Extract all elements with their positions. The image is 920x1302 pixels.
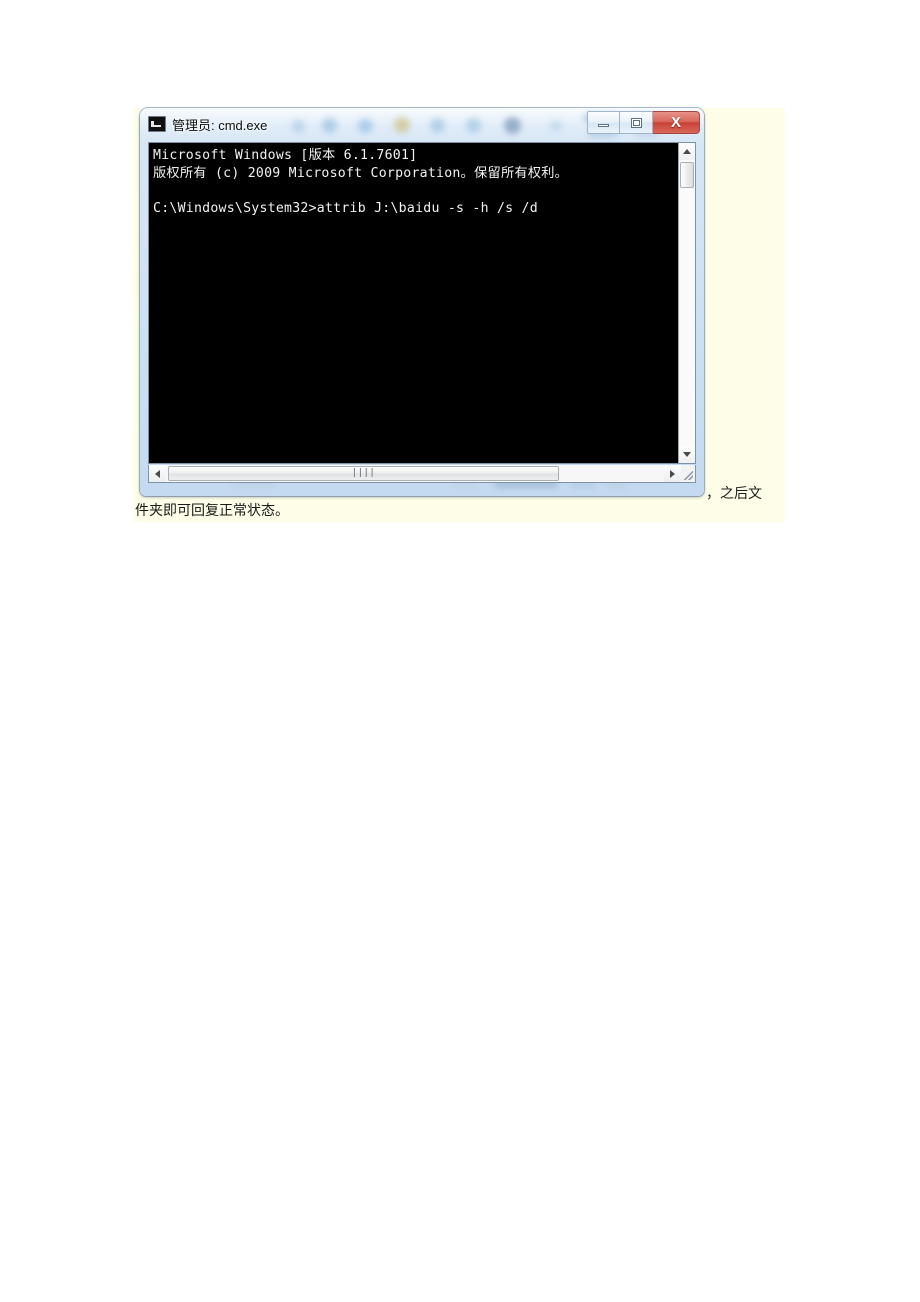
minimize-button[interactable] [587,111,620,134]
scroll-down-button[interactable] [679,446,695,463]
horizontal-scroll-track[interactable]: |||| [166,465,664,482]
scroll-thumb-grip-icon: |||| [351,468,376,478]
scroll-right-button[interactable] [664,465,681,482]
vertical-scroll-track[interactable] [679,160,695,446]
window-title: 管理员: cmd.exe [172,117,268,133]
close-icon: X [670,114,681,131]
close-button[interactable]: X [653,111,700,134]
scroll-left-button[interactable] [149,465,166,482]
maximize-icon [630,117,642,128]
triangle-right-icon [670,469,675,478]
paragraph-next-line: 件夹即可回复正常状态。 [135,504,289,519]
minimize-icon [598,124,609,127]
maximize-button[interactable] [620,111,653,134]
vertical-scrollbar[interactable] [678,143,695,463]
cmd-console-icon [148,116,166,132]
trailing-paragraph-text: ，之后文 [706,487,762,502]
horizontal-scroll-thumb[interactable]: |||| [168,466,559,481]
window-controls[interactable]: X [587,111,700,134]
resize-grip-icon[interactable] [681,465,695,482]
triangle-down-icon [683,452,691,457]
console-output: Microsoft Windows [版本 6.1.7601] 版权所有 (c)… [149,143,678,463]
console-client-area[interactable]: Microsoft Windows [版本 6.1.7601] 版权所有 (c)… [148,142,696,464]
scroll-up-button[interactable] [679,143,695,160]
cmd-window[interactable]: 管理员: cmd.exe X Microsoft Windows [版本 6.1… [140,108,704,496]
triangle-up-icon [683,149,691,154]
triangle-left-icon [155,469,160,478]
horizontal-scrollbar[interactable]: |||| [148,465,696,483]
vertical-scroll-thumb[interactable] [680,162,694,188]
